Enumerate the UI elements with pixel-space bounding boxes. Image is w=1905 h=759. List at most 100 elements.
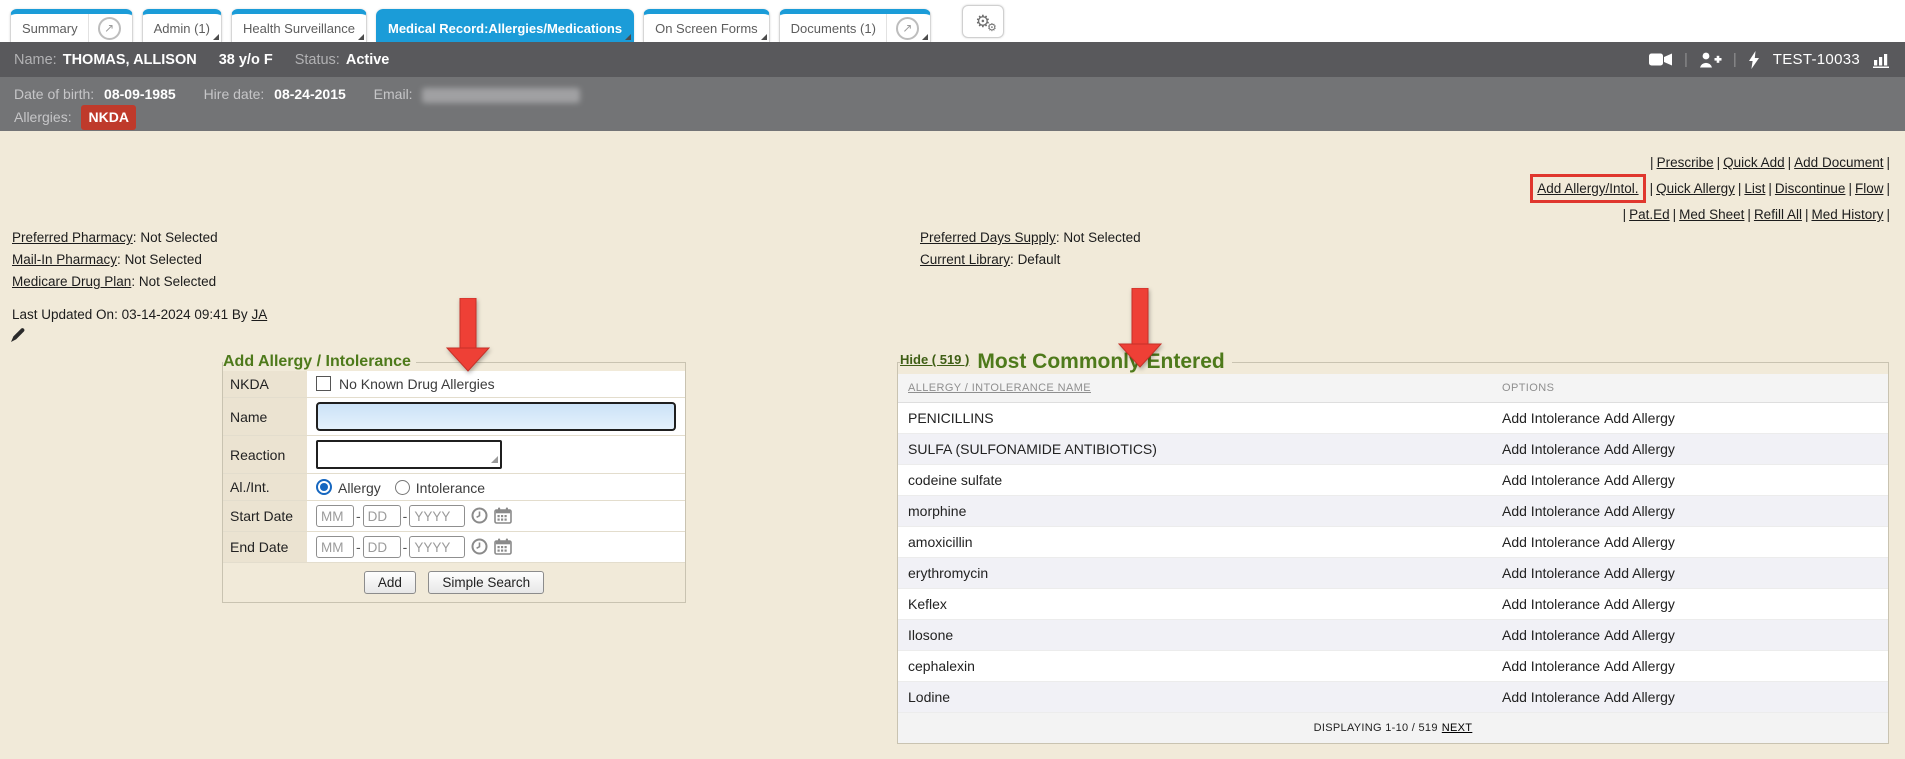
end-year-input[interactable] — [409, 536, 465, 558]
pat-ed-link[interactable]: Pat.Ed — [1629, 207, 1670, 222]
next-page-link[interactable]: NEXT — [1442, 722, 1473, 734]
tab-summary[interactable]: Summary ↗ — [10, 9, 133, 42]
add-intolerance-link[interactable]: Add Intolerance — [1502, 410, 1600, 426]
add-allergy-link[interactable]: Add Allergy — [1604, 534, 1675, 550]
nkda-label: NKDA — [223, 371, 307, 398]
add-intolerance-link[interactable]: Add Intolerance — [1502, 565, 1600, 581]
start-day-input[interactable] — [363, 505, 401, 527]
name-label: Name — [223, 398, 307, 436]
add-intolerance-link[interactable]: Add Intolerance — [1502, 596, 1600, 612]
updated-by-link[interactable]: JA — [251, 307, 267, 322]
nkda-row: NKDA No Known Drug Allergies — [223, 371, 685, 398]
preferred-days-supply-link[interactable]: Preferred Days Supply — [920, 230, 1056, 245]
patient-header-actions: | | TEST-10033 — [1649, 51, 1891, 69]
refill-all-link[interactable]: Refill All — [1754, 207, 1802, 222]
add-allergy-link[interactable]: Add Allergy — [1604, 503, 1675, 519]
prescribe-link[interactable]: Prescribe — [1657, 155, 1714, 170]
separator: | — [1733, 51, 1737, 68]
end-month-input[interactable] — [316, 536, 354, 558]
list-link[interactable]: List — [1744, 181, 1765, 196]
simple-search-button[interactable]: Simple Search — [428, 571, 544, 594]
popout-icon[interactable]: ↗ — [98, 17, 121, 40]
tab-bar: Summary ↗ Admin (1) Health Surveillance … — [0, 0, 1905, 42]
add-allergy-intol-link[interactable]: Add Allergy/Intol. — [1537, 181, 1638, 196]
tab-medical-record-allergies-medications[interactable]: Medical Record:Allergies/Medications — [376, 9, 634, 42]
table-header-row: ALLERGY / INTOLERANCE NAME OPTIONS — [898, 374, 1888, 403]
quick-add-link[interactable]: Quick Add — [1723, 155, 1785, 170]
allergy-status-badge[interactable]: NKDA — [81, 105, 135, 130]
tab-health-surveillance[interactable]: Health Surveillance — [231, 9, 367, 42]
add-allergy-link[interactable]: Add Allergy — [1604, 658, 1675, 674]
video-camera-icon[interactable] — [1649, 52, 1673, 67]
med-sheet-link[interactable]: Med Sheet — [1679, 207, 1744, 222]
resize-grip-icon[interactable] — [491, 456, 498, 463]
reaction-row: Reaction — [223, 436, 685, 474]
highlight-box: Add Allergy/Intol. — [1530, 174, 1645, 203]
tab-documents[interactable]: Documents (1) ↗ — [779, 9, 931, 42]
start-date-row: Start Date -- — [223, 501, 685, 532]
popout-icon[interactable]: ↗ — [896, 17, 919, 40]
add-intolerance-link[interactable]: Add Intolerance — [1502, 658, 1600, 674]
add-button[interactable]: Add — [364, 571, 416, 594]
al-int-row: Al./Int. AllergyIntolerance — [223, 474, 685, 501]
table-row: cephalexin Add IntoleranceAdd Allergy — [898, 651, 1888, 682]
calendar-icon[interactable] — [494, 511, 512, 527]
add-document-link[interactable]: Add Document — [1794, 155, 1883, 170]
allergy-radio[interactable] — [316, 479, 332, 495]
calendar-icon[interactable] — [494, 542, 512, 558]
add-allergy-link[interactable]: Add Allergy — [1604, 441, 1675, 457]
tab-label: Medical Record:Allergies/Medications — [388, 21, 622, 36]
add-allergy-link[interactable]: Add Allergy — [1604, 410, 1675, 426]
options-cell: Add IntoleranceAdd Allergy — [1492, 496, 1888, 527]
preferred-pharmacy-link[interactable]: Preferred Pharmacy — [12, 230, 133, 245]
sort-by-name-link[interactable]: ALLERGY / INTOLERANCE NAME — [908, 382, 1091, 394]
lightning-bolt-icon[interactable] — [1748, 51, 1760, 69]
settings-button[interactable]: ⚙ ⚙ — [962, 5, 1004, 38]
add-person-icon[interactable] — [1699, 52, 1722, 68]
flow-link[interactable]: Flow — [1855, 181, 1884, 196]
hide-link[interactable]: Hide ( 519 ) — [900, 352, 969, 367]
add-allergy-link[interactable]: Add Allergy — [1604, 689, 1675, 705]
current-library-link[interactable]: Current Library — [920, 252, 1010, 267]
medicare-drug-plan-link[interactable]: Medicare Drug Plan — [12, 274, 131, 289]
add-intolerance-link[interactable]: Add Intolerance — [1502, 627, 1600, 643]
column-header-options: OPTIONS — [1492, 374, 1888, 403]
quick-allergy-link[interactable]: Quick Allergy — [1656, 181, 1735, 196]
reaction-label: Reaction — [223, 436, 307, 474]
tab-admin[interactable]: Admin (1) — [142, 9, 222, 42]
mail-in-pharmacy-link[interactable]: Mail-In Pharmacy — [12, 252, 117, 267]
bar-chart-icon[interactable] — [1873, 52, 1891, 68]
clock-icon[interactable] — [471, 542, 488, 558]
edit-pencil-icon[interactable] — [10, 327, 26, 348]
email-label: Email: — [374, 86, 413, 102]
add-allergy-link[interactable]: Add Allergy — [1604, 565, 1675, 581]
add-intolerance-link[interactable]: Add Intolerance — [1502, 441, 1600, 457]
start-year-input[interactable] — [409, 505, 465, 527]
table-row: PENICILLINS Add IntoleranceAdd Allergy — [898, 403, 1888, 434]
allergy-name-input[interactable] — [316, 402, 676, 431]
discontinue-link[interactable]: Discontinue — [1775, 181, 1846, 196]
start-month-input[interactable] — [316, 505, 354, 527]
allergy-form-table: NKDA No Known Drug Allergies Name Reacti… — [223, 371, 685, 563]
nkda-checkbox[interactable] — [316, 376, 331, 391]
add-intolerance-link[interactable]: Add Intolerance — [1502, 689, 1600, 705]
clock-icon[interactable] — [471, 511, 488, 527]
medicare-drug-plan-value: Not Selected — [139, 274, 216, 289]
add-allergy-link[interactable]: Add Allergy — [1604, 596, 1675, 612]
add-intolerance-link[interactable]: Add Intolerance — [1502, 503, 1600, 519]
intolerance-radio[interactable] — [395, 480, 410, 495]
allergy-name-cell: Lodine — [898, 682, 1492, 713]
reaction-input[interactable] — [316, 440, 502, 469]
end-day-input[interactable] — [363, 536, 401, 558]
displaying-text: DISPLAYING 1-10 / 519 — [1314, 722, 1438, 734]
action-links-row-3: |Pat.Ed|Med Sheet|Refill All|Med History… — [1530, 203, 1893, 226]
add-allergy-link[interactable]: Add Allergy — [1604, 472, 1675, 488]
status-label: Status: — [295, 52, 340, 68]
add-intolerance-link[interactable]: Add Intolerance — [1502, 472, 1600, 488]
med-history-link[interactable]: Med History — [1811, 207, 1883, 222]
add-intolerance-link[interactable]: Add Intolerance — [1502, 534, 1600, 550]
email-value-redacted — [422, 88, 580, 103]
hire-date-label: Hire date: — [204, 86, 265, 102]
add-allergy-link[interactable]: Add Allergy — [1604, 627, 1675, 643]
tab-on-screen-forms[interactable]: On Screen Forms — [643, 9, 770, 42]
